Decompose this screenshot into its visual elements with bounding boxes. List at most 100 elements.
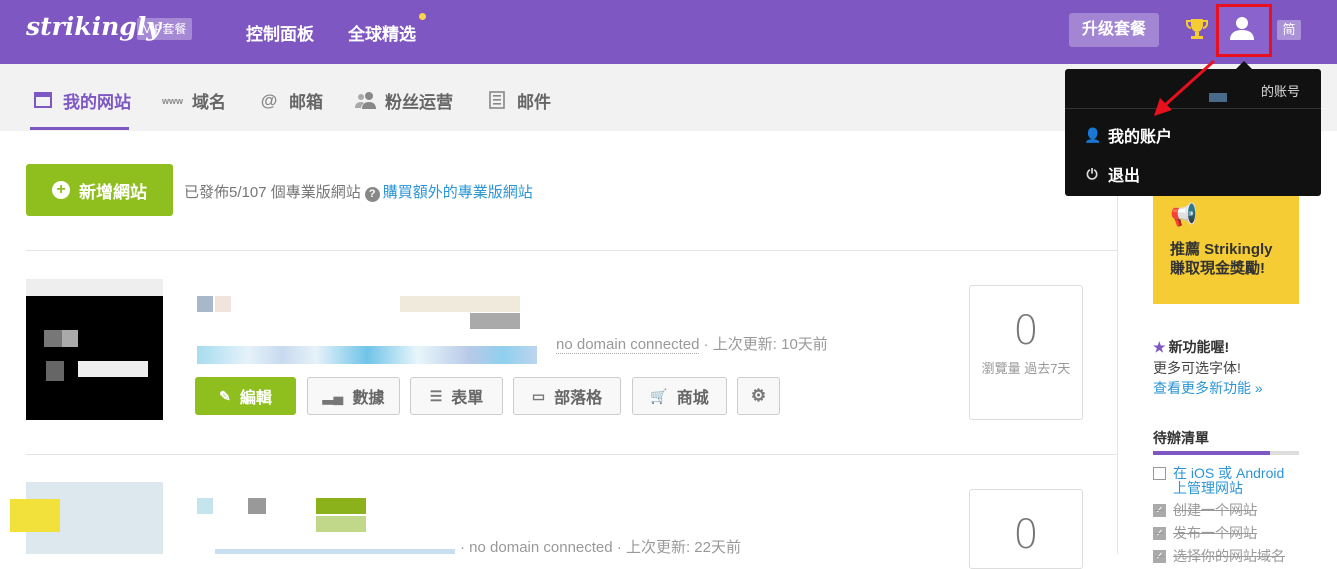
checkbox-checked[interactable]: ✓ bbox=[1153, 527, 1166, 540]
todo-label: 选择你的网站域名 bbox=[1173, 548, 1285, 564]
views-card: 0 bbox=[969, 489, 1083, 569]
tab-fans[interactable]: 粉丝运营 bbox=[355, 88, 453, 113]
views-count: 0 bbox=[1013, 308, 1039, 354]
meta-separator: · bbox=[460, 539, 470, 556]
meta-separator: · bbox=[616, 539, 626, 556]
todo-label: 发布一个网站 bbox=[1173, 525, 1257, 541]
site-meta: no domain connected · 上次更新: 10天前 bbox=[556, 333, 828, 354]
todo-line: 上管理网站 bbox=[1173, 480, 1243, 496]
upgrade-plan-button[interactable]: 升级套餐 bbox=[1069, 13, 1159, 47]
account-label: 的账号 bbox=[1261, 84, 1301, 99]
my-account-menu-item[interactable]: 👤 我的账户 bbox=[1084, 123, 1172, 147]
site-thumbnail[interactable] bbox=[10, 482, 163, 554]
domain-status[interactable]: no domain connected bbox=[556, 336, 700, 354]
checkbox-checked[interactable]: ✓ bbox=[1153, 550, 1166, 563]
www-icon: www bbox=[162, 95, 184, 106]
store-button[interactable]: 🛒 商城 bbox=[632, 377, 727, 415]
help-icon[interactable]: ? bbox=[364, 187, 380, 202]
bar-chart-icon: ▂▄ bbox=[322, 387, 344, 404]
new-features-title: ★ 新功能喔! bbox=[1153, 337, 1229, 357]
browser-window-icon bbox=[33, 91, 53, 111]
trophy-icon[interactable] bbox=[1186, 17, 1208, 41]
megaphone-icon: 📢 bbox=[1170, 202, 1198, 227]
todo-item[interactable]: ✓ 选择你的网站域名 bbox=[1153, 549, 1285, 564]
meta-separator: · bbox=[703, 336, 713, 353]
annotation-arrow-icon bbox=[1154, 60, 1216, 116]
tab-label: 粉丝运营 bbox=[385, 93, 453, 112]
star-icon: ★ bbox=[1153, 339, 1166, 355]
checkbox-checked[interactable]: ✓ bbox=[1153, 504, 1166, 517]
cart-icon: 🛒 bbox=[650, 387, 668, 404]
tab-label: 域名 bbox=[192, 93, 226, 112]
users-icon bbox=[355, 91, 376, 111]
menu-item-label: 我的账户 bbox=[1108, 129, 1173, 146]
nav-global-featured[interactable]: 全球精选 bbox=[348, 20, 416, 45]
divider bbox=[26, 454, 1117, 455]
gear-icon: ⚙ bbox=[750, 386, 767, 405]
newsletter-icon bbox=[487, 90, 507, 111]
tab-label: 邮箱 bbox=[289, 93, 323, 112]
forms-label: 表單 bbox=[451, 390, 484, 407]
referral-promo-card[interactable]: 📢 推薦 Strikingly 賺取現金獎勵! bbox=[1153, 196, 1299, 304]
todo-title: 待辦清單 bbox=[1153, 430, 1209, 446]
todo-progress-bar bbox=[1153, 451, 1299, 455]
nav-dashboard[interactable]: 控制面板 bbox=[246, 20, 314, 45]
tab-label: 邮件 bbox=[517, 93, 551, 112]
promo-line: 推薦 Strikingly bbox=[1170, 241, 1273, 258]
tab-label: 我的网站 bbox=[63, 93, 131, 112]
forms-button[interactable]: ☰ 表單 bbox=[410, 377, 503, 415]
last-updated: 上次更新: 22天前 bbox=[625, 539, 741, 556]
power-icon: ⏻ bbox=[1086, 165, 1098, 182]
blog-button[interactable]: ▭ 部落格 bbox=[513, 377, 621, 415]
analytics-button[interactable]: ▂▄ 數據 bbox=[307, 377, 400, 415]
todo-label: 创建一个网站 bbox=[1173, 502, 1257, 518]
new-features-desc: 更多可选字体! bbox=[1153, 360, 1241, 376]
blog-label: 部落格 bbox=[554, 390, 603, 407]
vip-plan-badge: VIP套餐 bbox=[137, 18, 193, 40]
edit-button[interactable]: ✎ 編輯 bbox=[195, 377, 296, 415]
todo-progress-fill bbox=[1153, 451, 1270, 455]
more-features-link[interactable]: 查看更多新功能 » bbox=[1153, 378, 1263, 398]
views-card: 0 瀏覽量 過去7天 bbox=[969, 285, 1083, 420]
analytics-label: 數據 bbox=[352, 390, 385, 407]
menu-item-label: 退出 bbox=[1108, 168, 1141, 185]
active-tab-underline bbox=[30, 127, 129, 130]
todo-line: 在 iOS 或 Android bbox=[1173, 465, 1285, 481]
new-site-button[interactable]: + 新增網站 bbox=[26, 164, 173, 216]
published-count: 已發佈5/107 個專業版網站 bbox=[184, 184, 361, 201]
tab-email-accounts[interactable]: @ 邮箱 bbox=[259, 88, 323, 113]
edit-label: 編輯 bbox=[239, 390, 272, 407]
buy-more-sites-link[interactable]: 購買額外的專業版網站 bbox=[383, 184, 533, 201]
notification-dot bbox=[419, 13, 426, 20]
domain-status[interactable]: no domain connected bbox=[469, 539, 612, 556]
todo-item[interactable]: ✓ 创建一个网站 bbox=[1153, 503, 1257, 518]
published-sites-info: 已發佈5/107 個專業版網站? 購買額外的專業版網站 bbox=[184, 181, 533, 202]
list-icon: ☰ bbox=[429, 387, 443, 404]
tab-my-sites[interactable]: 我的网站 bbox=[33, 88, 131, 113]
at-sign-icon: @ bbox=[260, 90, 278, 110]
language-toggle[interactable]: 简 bbox=[1277, 20, 1301, 40]
tab-domains[interactable]: www 域名 bbox=[162, 88, 226, 113]
tab-newsletter[interactable]: 邮件 bbox=[487, 88, 551, 113]
last-updated: 上次更新: 10天前 bbox=[712, 336, 828, 353]
user-icon bbox=[1230, 17, 1254, 40]
book-icon: ▭ bbox=[531, 387, 546, 404]
user-icon: 👤 bbox=[1084, 126, 1102, 143]
views-label: 瀏覽量 過去7天 bbox=[981, 361, 1071, 376]
todo-item[interactable]: ✓ 发布一个网站 bbox=[1153, 526, 1257, 541]
new-site-label: 新增網站 bbox=[79, 182, 147, 202]
plus-circle-icon: + bbox=[52, 181, 70, 199]
promo-text: 推薦 Strikingly 賺取現金獎勵! bbox=[1170, 240, 1273, 278]
store-label: 商城 bbox=[676, 390, 709, 407]
checkbox[interactable] bbox=[1153, 467, 1166, 480]
divider bbox=[26, 250, 1117, 251]
logout-menu-item[interactable]: ⏻ 退出 bbox=[1084, 162, 1140, 186]
todo-label: 在 iOS 或 Android 上管理网站 bbox=[1173, 466, 1284, 496]
settings-button[interactable]: ⚙ bbox=[737, 377, 780, 415]
views-count: 0 bbox=[1013, 512, 1039, 558]
pencil-icon: ✎ bbox=[219, 387, 231, 404]
feature-title-label: 新功能喔! bbox=[1168, 339, 1230, 355]
todo-item[interactable]: 在 iOS 或 Android 上管理网站 bbox=[1153, 466, 1284, 496]
promo-line: 賺取現金獎勵! bbox=[1170, 260, 1265, 277]
site-thumbnail[interactable] bbox=[26, 279, 163, 420]
